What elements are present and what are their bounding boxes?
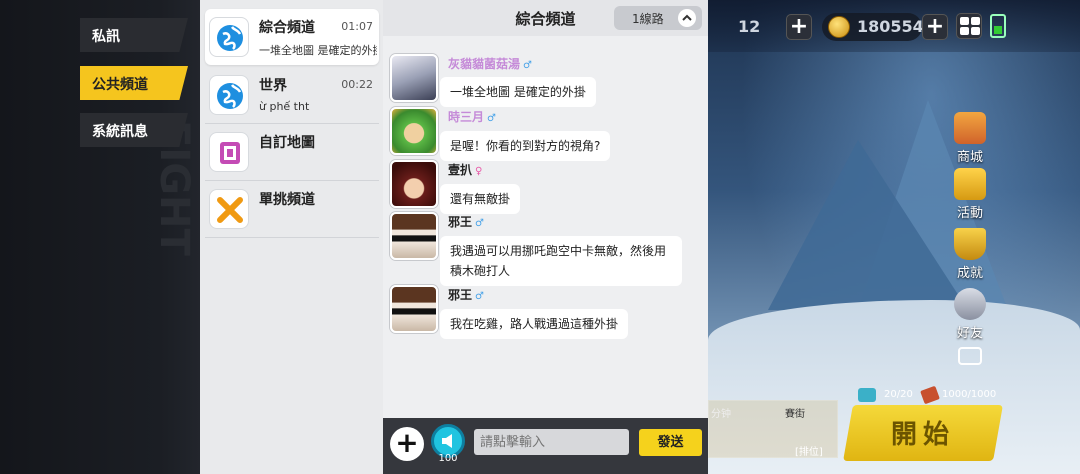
shop-label: 商城	[956, 150, 983, 165]
channel-preview: 一堆全地圖 是確定的外掛	[259, 44, 377, 57]
channel-title: 世界	[259, 78, 287, 94]
line-select-dropdown[interactable]: 1線路	[614, 6, 702, 30]
friends-label: 好友	[956, 326, 983, 341]
male-icon: ♂	[475, 291, 484, 302]
tab-private-messages[interactable]: 私訊	[80, 18, 188, 52]
channel-item-world[interactable]: 世界 00:22 ừ phế tht	[205, 67, 379, 124]
tab-system-messages[interactable]: 系統訊息	[80, 113, 188, 147]
message-username: 邪王 ♂	[448, 288, 484, 302]
channel-item-duel[interactable]: 單挑頻道	[205, 181, 379, 238]
globe-icon	[209, 17, 249, 57]
shop-button[interactable]: 商城	[944, 112, 996, 165]
stamina-bar: 20/20 1000/1000	[858, 385, 998, 405]
chevron-up-icon	[678, 9, 696, 27]
level-value: 12	[738, 17, 761, 36]
mountain-decoration	[768, 140, 968, 310]
channel-title: 單挑頻道	[259, 192, 315, 208]
avatar[interactable]	[390, 285, 438, 333]
channel-item-custom-map[interactable]: 自訂地圖	[205, 124, 379, 181]
channel-title: 自訂地圖	[259, 135, 315, 151]
chat-message: 灰貓貓菌菇湯 ♂ 一堆全地圖 是確定的外掛	[388, 54, 698, 107]
message-bubble: 是喔！你看的到對方的視角?	[440, 131, 611, 161]
energy-icon	[858, 388, 876, 402]
achievements-button[interactable]: 成就	[944, 228, 996, 281]
message-bubble: 一堆全地圖 是確定的外掛	[440, 77, 596, 107]
channel-list: 綜合頻道 01:07 一堆全地圖 是確定的外掛 世界 00:22 ừ phế t…	[200, 0, 383, 474]
channel-preview: ừ phế tht	[259, 100, 310, 113]
chat-message: 時三月 ♂ 是喔！你看的到對方的視角?	[388, 107, 698, 161]
avatar[interactable]	[390, 212, 438, 260]
rail-decoration: FIGHT	[151, 120, 197, 256]
chat-toggle-icon[interactable]	[958, 347, 982, 365]
menu-grid-button[interactable]	[956, 13, 982, 39]
chat-message-input[interactable]	[474, 429, 629, 455]
line-select-value: 1線路	[632, 12, 664, 26]
megaphone-count: 100	[438, 453, 458, 464]
chat-message: 邪王 ♂ 我遇過可以用挪吒跑空中卡無敵，然後用積木砲打人	[388, 212, 698, 286]
message-username: 灰貓貓菌菇湯 ♂	[448, 57, 532, 71]
events-button[interactable]: 活動	[944, 168, 996, 221]
crossed-swords-icon	[209, 189, 249, 229]
divider	[205, 237, 379, 238]
tab-public-channels[interactable]: 公共頻道	[80, 66, 188, 100]
male-icon: ♂	[475, 218, 484, 229]
avatar[interactable]	[390, 54, 438, 102]
male-icon: ♂	[523, 60, 532, 71]
add-energy-button[interactable]: +	[786, 14, 812, 40]
friends-button[interactable]: 好友	[944, 288, 996, 341]
chat-message: 壹扒 ♀ 還有無敵掛	[388, 160, 698, 214]
chat-panel: 綜合頻道 1線路 灰貓貓菌菇湯 ♂ 一堆全地圖 是確定的外掛 時三月 ♂ 是喔！你看…	[383, 0, 708, 474]
add-attachment-button[interactable]: +	[390, 427, 424, 461]
friend-cat-icon	[954, 288, 986, 320]
message-username: 時三月 ♂	[448, 110, 496, 124]
custom-map-icon	[209, 132, 249, 172]
add-coins-button[interactable]: +	[922, 14, 948, 40]
ticket-value: 1000/1000	[942, 389, 997, 400]
avatar[interactable]	[390, 160, 438, 208]
male-icon: ♂	[487, 113, 496, 124]
megaphone-icon	[442, 434, 452, 448]
channel-time: 01:07	[341, 20, 373, 33]
events-label: 活動	[956, 206, 983, 221]
channel-title: 綜合頻道	[259, 20, 315, 36]
channel-time: 00:22	[341, 78, 373, 91]
send-button[interactable]: 發送	[639, 429, 702, 456]
trophy-icon	[954, 228, 986, 260]
message-bubble: 我遇過可以用挪吒跑空中卡無敵，然後用積木砲打人	[440, 236, 682, 286]
channel-item-general[interactable]: 綜合頻道 01:07 一堆全地圖 是確定的外掛	[205, 9, 379, 65]
energy-value: 20/20	[884, 389, 913, 400]
coin-icon	[828, 16, 850, 38]
avatar[interactable]	[390, 107, 438, 155]
chat-header: 綜合頻道 1線路	[383, 0, 708, 36]
mode-panel[interactable]: 分钟 賽街 [排位]	[708, 400, 838, 458]
achievements-label: 成就	[956, 266, 983, 281]
gift-icon	[954, 168, 986, 200]
chat-message: 邪王 ♂ 我在吃雞，路人戰遇過這種外掛	[388, 285, 698, 339]
battery-icon	[990, 14, 1006, 38]
message-username: 壹扒 ♀	[448, 163, 483, 177]
ticket-icon	[920, 385, 940, 405]
globe-icon	[209, 75, 249, 115]
female-icon: ♀	[475, 166, 483, 177]
message-bubble: 還有無敵掛	[440, 184, 521, 214]
message-bubble: 我在吃雞，路人戰遇過這種外掛	[440, 309, 629, 339]
message-username: 邪王 ♂	[448, 215, 484, 229]
coin-value: 180554	[857, 17, 924, 36]
start-label: 開始	[890, 420, 955, 450]
shop-icon	[954, 112, 986, 144]
chat-input-bar: + 100 發送	[383, 418, 708, 474]
